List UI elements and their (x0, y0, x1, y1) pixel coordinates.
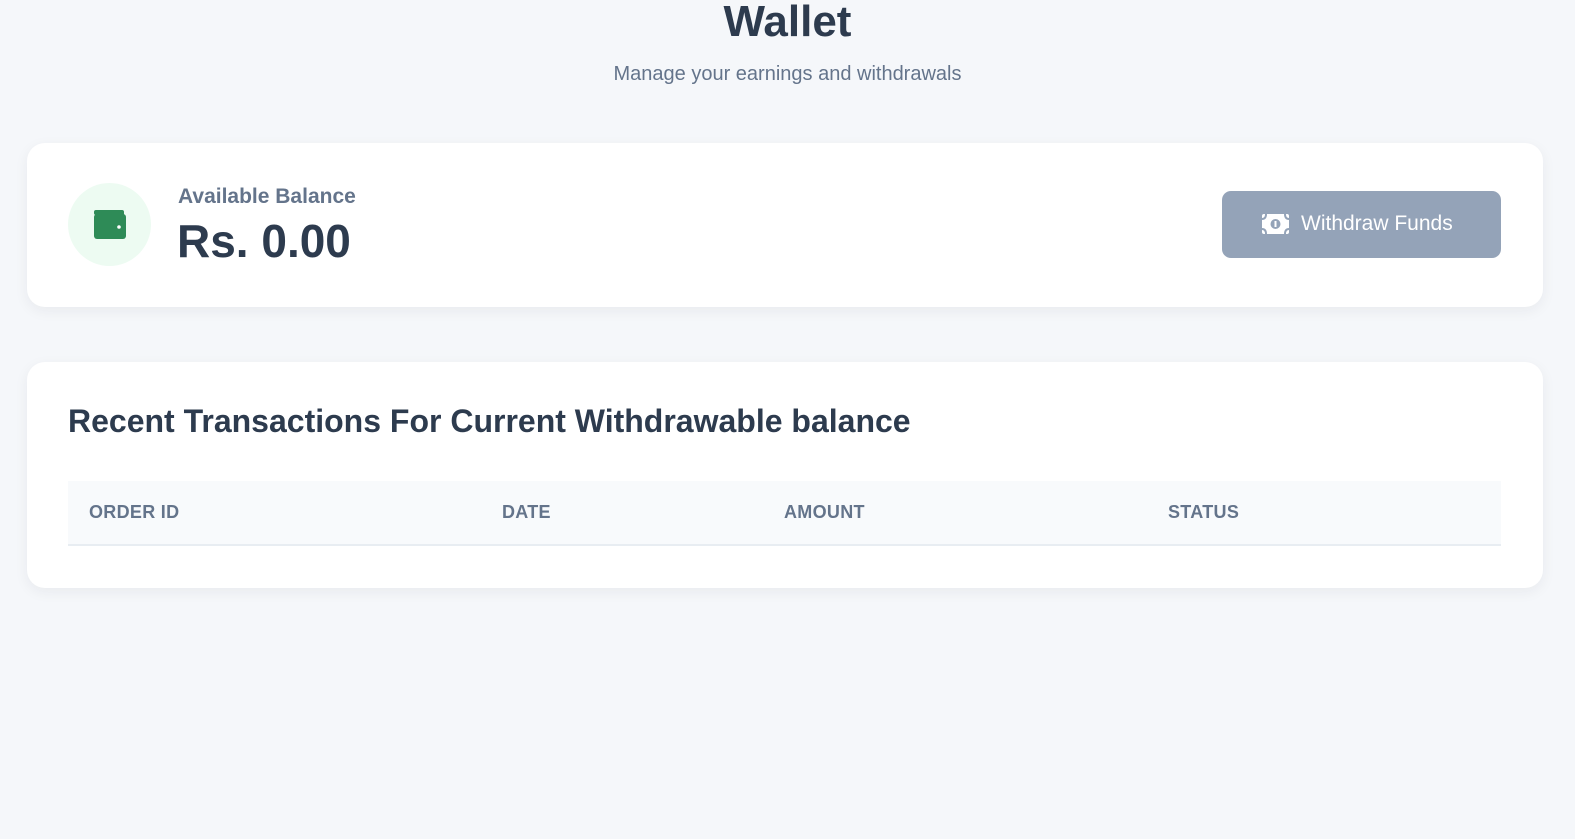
balance-amount: Rs. 0.00 (177, 215, 351, 267)
page-subtitle: Manage your earnings and withdrawals (613, 63, 962, 85)
wallet-icon-badge (68, 183, 151, 266)
page-title: Wallet (723, 0, 852, 46)
transactions-title: Recent Transactions For Current Withdraw… (68, 403, 911, 439)
column-header-status: STATUS (1168, 502, 1240, 522)
withdraw-funds-button[interactable]: Withdraw Funds (1222, 191, 1501, 258)
balance-label: Available Balance (178, 185, 356, 208)
balance-card: Available Balance Rs. 0.00 Withdraw Fund… (27, 143, 1543, 307)
money-bill-icon (1262, 214, 1289, 234)
transactions-table-header: ORDER ID DATE AMOUNT STATUS (68, 481, 1501, 546)
wallet-icon (94, 210, 126, 239)
column-header-date: DATE (502, 502, 551, 522)
transactions-card: Recent Transactions For Current Withdraw… (27, 362, 1543, 588)
column-header-order-id: ORDER ID (89, 502, 180, 522)
withdraw-funds-label: Withdraw Funds (1301, 212, 1453, 235)
column-header-amount: AMOUNT (784, 502, 865, 522)
